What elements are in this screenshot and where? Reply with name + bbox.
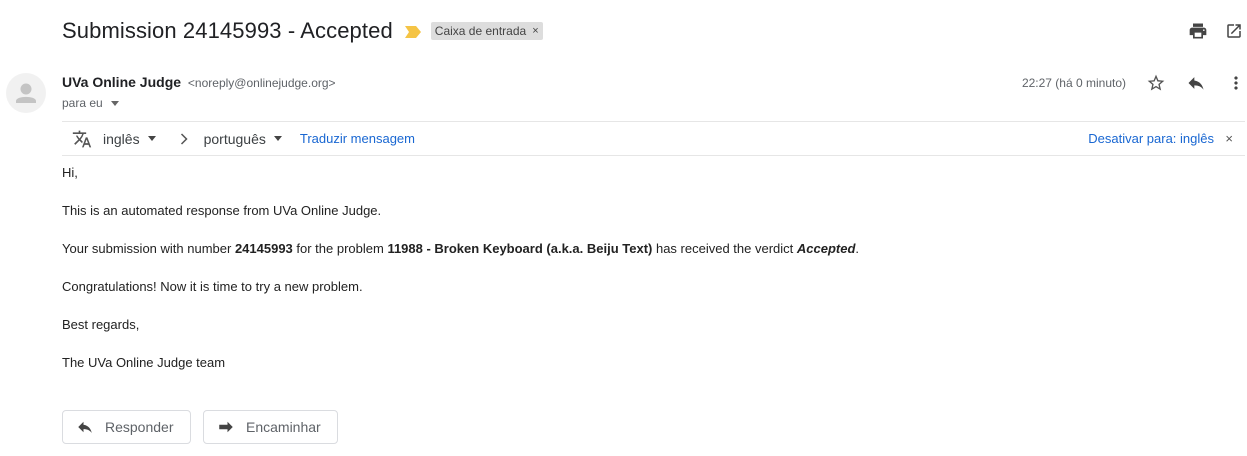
- label-chip-inbox: Caixa de entrada ×: [430, 22, 543, 40]
- sender-avatar[interactable]: [6, 73, 46, 113]
- recipient-details[interactable]: para eu: [62, 96, 119, 110]
- verdict-text: has received the verdict: [652, 241, 797, 256]
- subject-row: Submission 24145993 - Accepted Caixa de …: [62, 14, 543, 48]
- congrats-line: Congratulations! Now it is time to try a…: [62, 279, 363, 294]
- verdict-value: Accepted: [796, 241, 856, 256]
- verdict-text: Your submission with number: [62, 241, 235, 256]
- target-language-select[interactable]: português: [204, 131, 282, 147]
- importance-marker-icon[interactable]: [404, 25, 421, 38]
- forward-button-label: Encaminhar: [246, 419, 321, 435]
- translate-bar: inglês português Traduzir mensagem Desat…: [62, 121, 1245, 156]
- star-icon[interactable]: [1145, 72, 1167, 94]
- chevron-down-icon: [147, 136, 156, 141]
- reply-button[interactable]: Responder: [62, 410, 191, 444]
- submission-number: 24145993: [234, 241, 293, 256]
- greeting-line: Hi,: [62, 165, 78, 180]
- recipient-text: para eu: [62, 96, 103, 110]
- signature-line: The UVa Online Judge team: [62, 355, 226, 370]
- email-view: Submission 24145993 - Accepted Caixa de …: [0, 0, 1247, 456]
- target-language-label: português: [203, 130, 266, 147]
- more-vert-icon[interactable]: [1225, 72, 1247, 94]
- print-icon[interactable]: [1187, 20, 1209, 42]
- close-icon[interactable]: ×: [1225, 131, 1233, 146]
- translate-message-link[interactable]: Traduzir mensagem: [300, 131, 415, 146]
- sender-line: UVa Online Judge <noreply@onlinejudge.or…: [62, 74, 336, 90]
- message-body: Hi, This is an automated response from U…: [62, 165, 859, 393]
- verdict-line: Your submission with number 24145993 for…: [62, 241, 859, 279]
- chevron-right-icon: [180, 132, 190, 146]
- label-chip-text: Caixa de entrada: [434, 24, 527, 38]
- open-in-new-window-icon[interactable]: [1223, 20, 1245, 42]
- source-language-select[interactable]: inglês: [103, 131, 156, 147]
- sender-email: <noreply@onlinejudge.org>: [187, 76, 336, 90]
- forward-button[interactable]: Encaminhar: [203, 410, 338, 444]
- reply-icon: [75, 417, 95, 437]
- sender-name[interactable]: UVa Online Judge: [62, 74, 181, 90]
- problem-name: 11988 - Broken Keyboard (a.k.a. Beiju Te…: [387, 241, 653, 256]
- translate-icon: [71, 128, 93, 150]
- remove-label-icon[interactable]: ×: [532, 25, 538, 37]
- top-toolbar: [1173, 20, 1245, 42]
- message-time: 22:27 (há 0 minuto): [1021, 76, 1126, 90]
- reply-icon[interactable]: [1185, 72, 1207, 94]
- disable-translation-link[interactable]: Desativar para: inglês: [1088, 131, 1214, 146]
- chevron-down-icon: [273, 136, 282, 141]
- intro-line: This is an automated response from UVa O…: [62, 203, 382, 218]
- regards-line: Best regards,: [62, 317, 140, 332]
- source-language-label: inglês: [103, 130, 140, 147]
- forward-icon: [216, 417, 236, 437]
- email-subject: Submission 24145993 - Accepted: [62, 18, 393, 43]
- verdict-text: .: [855, 241, 860, 256]
- chevron-down-icon[interactable]: [110, 100, 119, 106]
- message-actions: [1127, 72, 1247, 94]
- reply-button-label: Responder: [105, 419, 174, 435]
- verdict-text: for the problem: [292, 241, 388, 256]
